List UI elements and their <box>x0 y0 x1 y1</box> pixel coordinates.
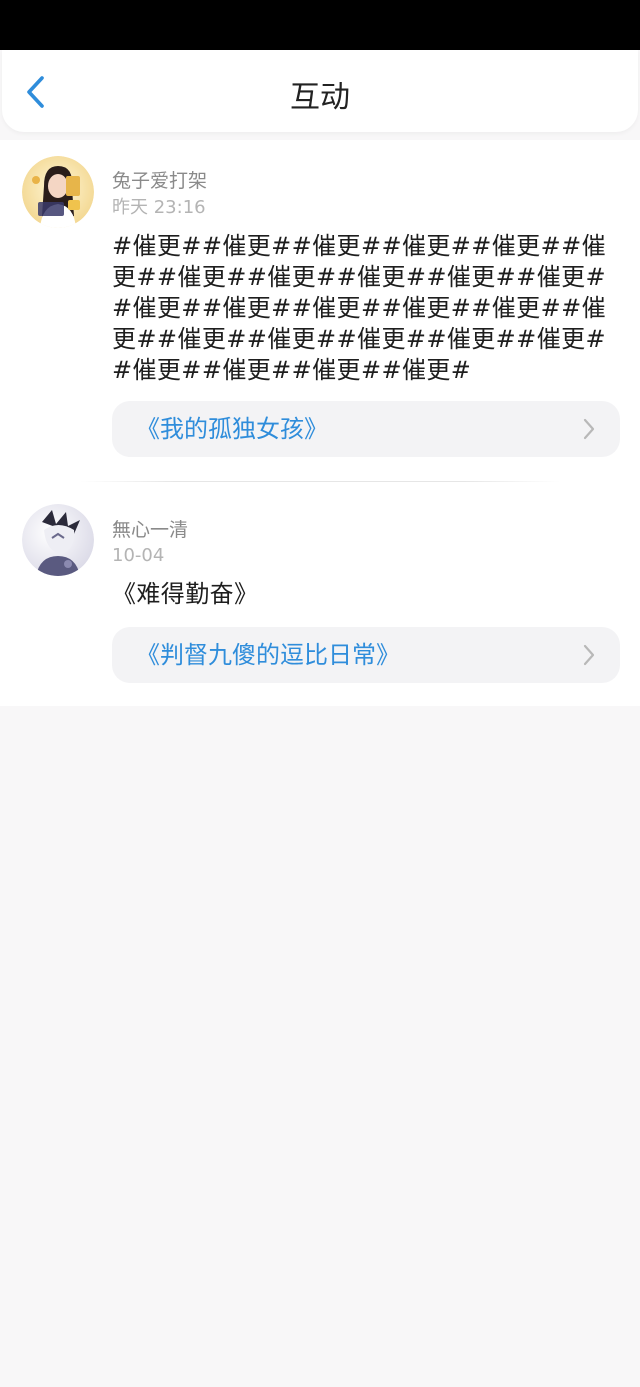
timestamp: 昨天 23:16 <box>112 197 206 218</box>
avatar-image <box>22 504 94 576</box>
chevron-right-icon <box>583 418 595 440</box>
status-bar <box>0 0 640 50</box>
timestamp: 10-04 <box>112 545 165 566</box>
book-title: 《判督九傻的逗比日常》 <box>136 641 400 669</box>
page-title: 互动 <box>290 80 350 115</box>
username[interactable]: 無心一清 <box>112 518 188 542</box>
avatar-image <box>22 156 94 228</box>
book-title: 《我的孤独女孩》 <box>136 415 328 443</box>
list-item: 兔子爱打架 昨天 23:16 #催更##催更##催更##催更##催更##催更##… <box>0 140 640 482</box>
avatar[interactable] <box>22 504 94 576</box>
username[interactable]: 兔子爱打架 <box>112 169 207 193</box>
book-link[interactable]: 《我的孤独女孩》 <box>112 401 620 457</box>
chevron-right-icon <box>583 644 595 666</box>
avatar[interactable] <box>22 156 94 228</box>
nav-bar: 互动 <box>2 50 638 132</box>
list-item: 無心一清 10-04 《难得勤奋》 《判督九傻的逗比日常》 <box>0 482 640 706</box>
post-content: #催更##催更##催更##催更##催更##催更##催更##催更##催更##催更#… <box>112 232 607 384</box>
post-content: 《难得勤奋》 <box>112 580 259 608</box>
interaction-list: 兔子爱打架 昨天 23:16 #催更##催更##催更##催更##催更##催更##… <box>0 140 640 706</box>
book-link[interactable]: 《判督九傻的逗比日常》 <box>112 627 620 683</box>
